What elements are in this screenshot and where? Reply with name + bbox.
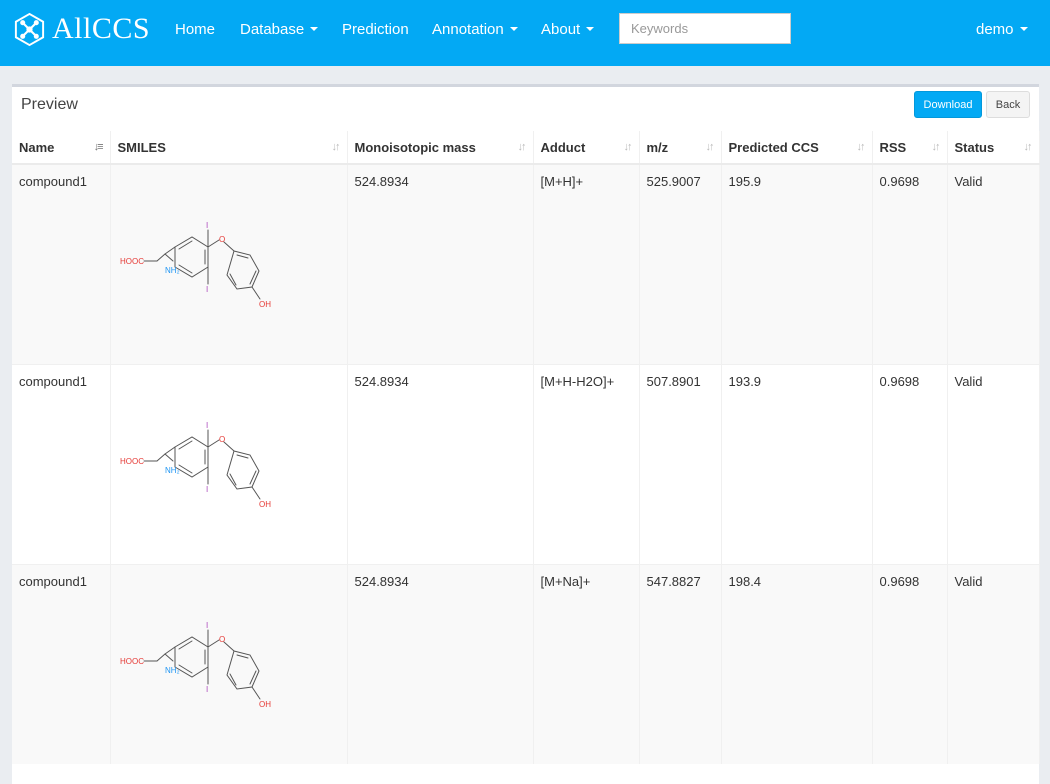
nav-about-label: About [541, 21, 581, 38]
nav-database-label: Database [240, 21, 305, 38]
cell-adduct: [M+Na]+ [533, 563, 640, 764]
network-hex-logo-icon [14, 12, 45, 46]
iodine-label: I [206, 621, 208, 630]
cell-name: compound1 [12, 363, 111, 564]
column-header-label: Name [19, 139, 55, 155]
oh-label: OH [259, 300, 271, 309]
column-header-label: RSS [879, 139, 907, 155]
column-header-ccs[interactable]: Predicted CCS ↓↑ [721, 131, 873, 165]
oxygen-label: O [219, 235, 225, 244]
table-row: compound1 HOOC NH₂ I I O OH 524.8934 [M+… [12, 163, 1040, 364]
nav-database[interactable]: Database [240, 21, 319, 39]
column-header-name[interactable]: Name ↓≡ [12, 131, 111, 165]
cell-mass: 524.8934 [347, 363, 534, 564]
cell-rss: 0.9698 [872, 163, 948, 364]
nh2-label: NH₂ [165, 666, 180, 675]
hooc-label: HOOC [120, 257, 144, 266]
nav-about[interactable]: About [541, 21, 595, 39]
sort-icon[interactable]: ↓↑ [857, 141, 866, 153]
hooc-label: HOOC [120, 457, 144, 466]
sort-icon[interactable]: ↓↑ [706, 141, 715, 153]
cell-mz: 525.9007 [639, 163, 722, 364]
cell-rss: 0.9698 [872, 563, 948, 764]
caret-down-icon [509, 27, 518, 32]
column-header-adduct[interactable]: Adduct ↓↑ [533, 131, 640, 165]
cell-structure: HOOC NH₂ I I O OH [110, 563, 348, 764]
iodine-label: I [206, 221, 208, 230]
brand[interactable]: AllCCS [12, 11, 150, 47]
panel-title: Preview [21, 96, 78, 113]
sort-asc-icon[interactable]: ↓≡ [94, 141, 104, 153]
cell-rss: 0.9698 [872, 363, 948, 564]
column-header-label: Predicted CCS [728, 139, 819, 155]
column-header-mass[interactable]: Monoisotopic mass ↓↑ [347, 131, 534, 165]
iodine-label: I [206, 485, 208, 494]
column-header-label: Status [954, 139, 995, 155]
top-navbar: AllCCS Home Database Prediction Annotati… [0, 0, 1050, 66]
nav-prediction[interactable]: Prediction [342, 21, 409, 39]
sort-icon[interactable]: ↓↑ [624, 141, 633, 153]
column-header-label: m/z [646, 139, 669, 155]
user-name: demo [976, 21, 1014, 38]
caret-down-icon [586, 27, 595, 32]
oh-label: OH [259, 700, 271, 709]
iodine-label: I [206, 685, 208, 694]
cell-mz: 547.8827 [639, 563, 722, 764]
hooc-label: HOOC [120, 657, 144, 666]
column-header-smiles[interactable]: SMILES ↓↑ [110, 131, 348, 165]
nh2-label: NH₂ [165, 466, 180, 475]
cell-name: compound1 [12, 163, 111, 364]
cell-mz: 507.8901 [639, 363, 722, 564]
nav-annotation-label: Annotation [432, 21, 504, 38]
oxygen-label: O [219, 435, 225, 444]
molecule-structure-image: HOOC NH₂ I I O OH [120, 221, 271, 309]
cell-name: compound1 [12, 563, 111, 764]
column-header-rss[interactable]: RSS ↓↑ [872, 131, 948, 165]
cell-adduct: [M+H]+ [533, 163, 640, 364]
cell-status: Valid [947, 363, 1040, 564]
cell-ccs: 195.9 [721, 163, 873, 364]
column-header-label: Monoisotopic mass [354, 139, 476, 155]
molecule-structure-image: HOOC NH₂ I I O OH [120, 421, 271, 509]
cell-mass: 524.8934 [347, 563, 534, 764]
download-button[interactable]: Download [914, 91, 982, 118]
preview-panel: Preview Download Back Name ↓≡ SMILES ↓↑ Mo… [12, 84, 1040, 784]
oxygen-label: O [219, 635, 225, 644]
cell-status: Valid [947, 563, 1040, 764]
column-header-label: Adduct [540, 139, 586, 155]
cell-ccs: 198.4 [721, 563, 873, 764]
oh-label: OH [259, 500, 271, 509]
column-header-mz[interactable]: m/z ↓↑ [639, 131, 722, 165]
table-header-row: Name ↓≡ SMILES ↓↑ Monoisotopic mass ↓↑ Addu… [12, 131, 1040, 165]
nav-annotation[interactable]: Annotation [432, 21, 518, 39]
cell-mass: 524.8934 [347, 163, 534, 364]
cell-adduct: [M+H-H2O]+ [533, 363, 640, 564]
nh2-label: NH₂ [165, 266, 180, 275]
caret-down-icon [1019, 27, 1028, 32]
nav-home-label: Home [175, 21, 216, 38]
column-header-label: SMILES [117, 139, 166, 155]
sort-icon[interactable]: ↓↑ [332, 141, 341, 153]
cell-structure: HOOC NH₂ I I O OH [110, 363, 348, 564]
cell-structure: HOOC NH₂ I I O OH [110, 163, 348, 364]
sort-icon[interactable]: ↓↑ [518, 141, 527, 153]
iodine-label: I [206, 285, 208, 294]
table-row: compound1 HOOC NH₂ I I O OH 524.8934 [M+… [12, 363, 1040, 564]
column-header-status[interactable]: Status ↓↑ [947, 131, 1040, 165]
nav-home[interactable]: Home [175, 21, 215, 39]
table-row: compound1 HOOC NH₂ I I O OH 524.8934 [M+… [12, 563, 1040, 764]
sort-icon[interactable]: ↓↑ [1024, 141, 1033, 153]
molecule-structure-image: HOOC NH₂ I I O OH [120, 621, 271, 709]
cell-ccs: 193.9 [721, 363, 873, 564]
cell-status: Valid [947, 163, 1040, 364]
search-input[interactable] [619, 13, 791, 44]
brand-name: AllCCS [52, 12, 151, 45]
nav-prediction-label: Prediction [342, 21, 409, 38]
back-button[interactable]: Back [986, 91, 1030, 118]
iodine-label: I [206, 421, 208, 430]
sort-icon[interactable]: ↓↑ [932, 141, 941, 153]
caret-down-icon [310, 27, 319, 32]
user-menu[interactable]: demo [976, 21, 1028, 39]
results-table: Name ↓≡ SMILES ↓↑ Monoisotopic mass ↓↑ Addu… [12, 131, 1040, 764]
